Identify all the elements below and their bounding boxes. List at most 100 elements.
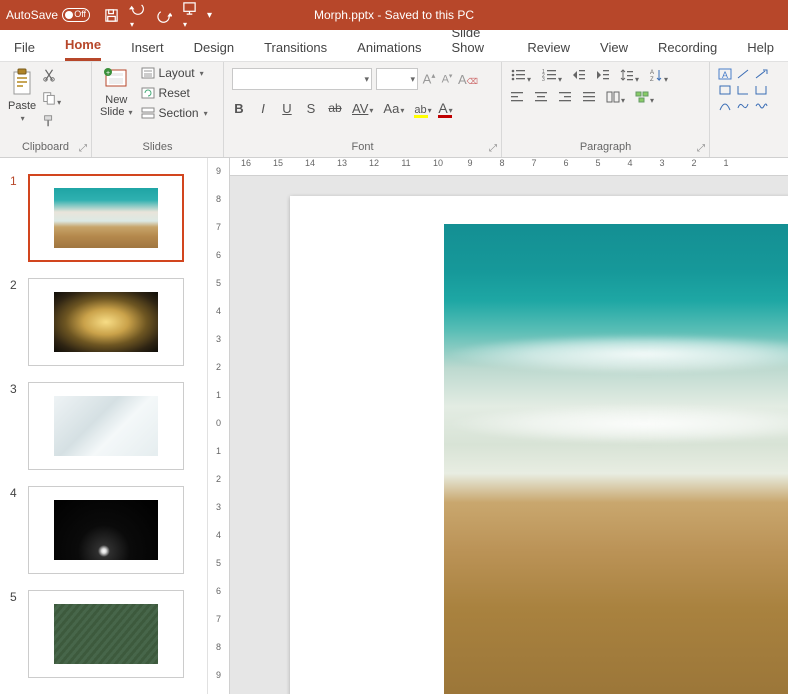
italic-button[interactable]: I xyxy=(256,101,270,116)
highlight-color-button[interactable]: ab▾ xyxy=(414,101,428,116)
font-name-combo[interactable]: ▾ xyxy=(232,68,372,90)
curve-shape-icon[interactable] xyxy=(718,100,734,114)
rect-shape-icon[interactable] xyxy=(718,84,734,98)
ruler-tick: 4 xyxy=(208,306,229,316)
increase-font-icon[interactable]: A▴ xyxy=(422,71,436,86)
tab-help[interactable]: Help xyxy=(747,34,774,61)
tab-design[interactable]: Design xyxy=(194,34,234,61)
l-shape-icon[interactable] xyxy=(736,84,752,98)
elbow-shape-icon[interactable] xyxy=(754,84,770,98)
tab-file[interactable]: File xyxy=(14,34,35,61)
tab-review[interactable]: Review xyxy=(527,34,570,61)
cut-icon[interactable] xyxy=(42,68,61,85)
ruler-tick: 7 xyxy=(208,222,229,232)
thumbnail-image[interactable] xyxy=(28,278,184,366)
thumbnail-image[interactable] xyxy=(28,382,184,470)
reset-icon xyxy=(141,87,155,99)
ribbon: Paste ▾ ▾ Clipboard ⤢ + New Slide ▾ Layo… xyxy=(0,62,788,158)
toggle-switch[interactable]: Off xyxy=(62,8,90,22)
slide-canvas[interactable] xyxy=(290,196,788,694)
tab-animations[interactable]: Animations xyxy=(357,34,421,61)
scribble-shape-icon[interactable] xyxy=(754,100,770,114)
tab-home[interactable]: Home xyxy=(65,31,101,61)
quick-access-toolbar: ▾ ▾ ▾ xyxy=(104,1,212,30)
numbering-icon[interactable]: 123▾ xyxy=(541,68,562,85)
slide-thumbnail[interactable]: 1 xyxy=(0,166,207,270)
bullets-icon[interactable]: ▾ xyxy=(510,68,531,85)
tab-insert[interactable]: Insert xyxy=(131,34,164,61)
redo-icon[interactable] xyxy=(157,8,172,23)
sort-az-icon[interactable]: AZ▾ xyxy=(649,68,668,85)
ruler-tick: 3 xyxy=(646,158,678,175)
ruler-tick: 10 xyxy=(422,158,454,175)
slide-thumbnail[interactable]: 3 xyxy=(0,374,207,478)
textbox-shape-icon[interactable]: A xyxy=(718,68,734,82)
paste-label: Paste xyxy=(8,100,36,112)
slide-number: 1 xyxy=(10,174,20,188)
slide-stage: 9876543210123456789 16151413121110987654… xyxy=(208,158,788,694)
bold-button[interactable]: B xyxy=(232,101,246,116)
section-icon xyxy=(141,107,155,119)
clipboard-icon xyxy=(10,68,34,98)
freeform-shape-icon[interactable] xyxy=(736,100,752,114)
align-left-icon[interactable] xyxy=(510,91,524,106)
slide-thumbnails-panel[interactable]: 1 2345 xyxy=(0,158,208,694)
font-size-combo[interactable]: ▾ xyxy=(376,68,418,90)
thumbnail-image[interactable] xyxy=(28,590,184,678)
columns-icon[interactable]: ▾ xyxy=(606,91,625,106)
line-shape-icon[interactable] xyxy=(736,68,752,82)
group-paragraph: ▾ 123▾ ▾ AZ▾ ▾ ▾ Paragraph ⤢ xyxy=(502,62,710,157)
present-icon[interactable]: ▾ xyxy=(182,1,197,30)
undo-icon[interactable]: ▾ xyxy=(129,1,147,30)
section-button[interactable]: Section▾ xyxy=(141,106,208,120)
clear-formatting-icon[interactable]: A⌫ xyxy=(458,72,478,87)
slide-thumbnail[interactable]: 5 xyxy=(0,582,207,686)
autosave-toggle[interactable]: AutoSave Off xyxy=(6,8,90,22)
underline-button[interactable]: U xyxy=(280,101,294,116)
align-right-icon[interactable] xyxy=(558,91,572,106)
thumbnail-image[interactable] xyxy=(28,174,184,262)
font-color-button[interactable]: A▾ xyxy=(438,100,452,116)
chevron-down-icon: ▾ xyxy=(364,74,369,85)
tab-recording[interactable]: Recording xyxy=(658,34,717,61)
ruler-tick: 7 xyxy=(518,158,550,175)
thumbnail-image[interactable] xyxy=(28,486,184,574)
qat-customize-icon[interactable]: ▾ xyxy=(207,10,212,21)
decrease-indent-icon[interactable] xyxy=(572,68,586,85)
strikethrough-button[interactable]: ab xyxy=(328,101,342,115)
ruler-tick: 12 xyxy=(358,158,390,175)
slide-thumbnail[interactable]: 4 xyxy=(0,478,207,582)
format-painter-icon[interactable] xyxy=(42,114,61,131)
new-slide-button[interactable]: + New Slide ▾ xyxy=(98,66,135,118)
paste-button[interactable]: Paste ▾ xyxy=(6,66,38,125)
line-spacing-icon[interactable]: ▾ xyxy=(620,68,639,85)
tab-transitions[interactable]: Transitions xyxy=(264,34,327,61)
ruler-tick: 4 xyxy=(208,530,229,540)
dialog-launcher-icon[interactable]: ⤢ xyxy=(77,143,89,155)
change-case-button[interactable]: Aa▾ xyxy=(383,101,404,116)
tab-view[interactable]: View xyxy=(600,34,628,61)
justify-icon[interactable] xyxy=(582,91,596,106)
decrease-font-icon[interactable]: A▾ xyxy=(440,72,454,86)
char-spacing-button[interactable]: AV▾ xyxy=(352,101,373,116)
dialog-launcher-icon[interactable]: ⤢ xyxy=(487,143,499,155)
shadow-button[interactable]: S xyxy=(304,101,318,116)
arrow-line-icon[interactable] xyxy=(754,68,770,82)
svg-text:+: + xyxy=(106,70,110,77)
ruler-tick: 0 xyxy=(208,418,229,428)
shapes-gallery[interactable]: A xyxy=(718,68,770,114)
align-center-icon[interactable] xyxy=(534,91,548,106)
copy-icon[interactable]: ▾ xyxy=(42,91,61,108)
save-icon[interactable] xyxy=(104,8,119,23)
layout-button[interactable]: Layout▾ xyxy=(141,66,208,80)
edit-surface[interactable] xyxy=(230,176,788,694)
smartart-icon[interactable]: ▾ xyxy=(635,91,654,106)
increase-indent-icon[interactable] xyxy=(596,68,610,85)
slide-image-beach[interactable] xyxy=(444,224,788,694)
dialog-launcher-icon[interactable]: ⤢ xyxy=(695,143,707,155)
slide-thumbnail[interactable]: 2 xyxy=(0,270,207,374)
group-label-paragraph: Paragraph xyxy=(508,139,703,155)
ruler-tick: 1 xyxy=(710,158,742,175)
group-label-slides: Slides xyxy=(98,139,217,155)
reset-button[interactable]: Reset xyxy=(141,86,208,100)
